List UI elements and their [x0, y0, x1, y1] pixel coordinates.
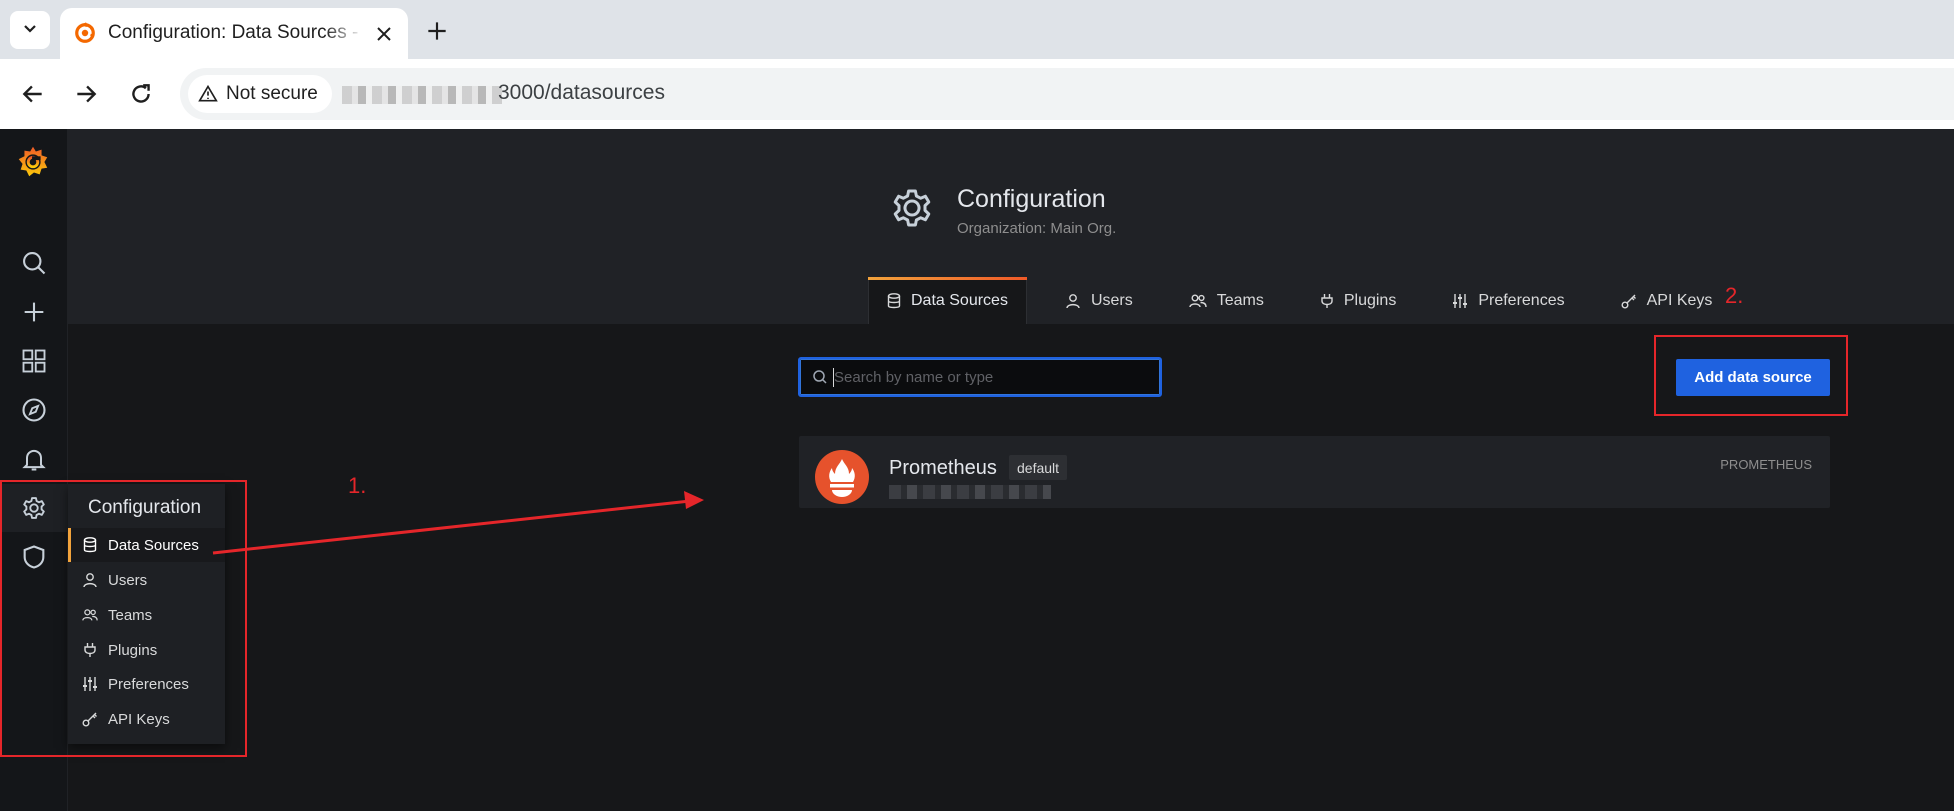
security-chip[interactable]: Not secure	[188, 75, 332, 113]
datasource-search[interactable]	[798, 357, 1162, 397]
chevron-down-icon	[24, 25, 36, 33]
browser-tab-active[interactable]: Configuration: Data Sources - Grafana	[60, 8, 408, 59]
browser-tab-title: Configuration: Data Sources - Grafana	[108, 22, 363, 43]
search-icon[interactable]	[20, 249, 48, 277]
url-text: 3000/datasources	[498, 81, 665, 104]
tab-users[interactable]: Users	[1047, 277, 1151, 324]
page-subtitle: Organization: Main Org.	[957, 220, 1117, 237]
gear-icon	[893, 189, 931, 227]
tab-preferences[interactable]: Preferences	[1434, 277, 1582, 324]
browser-tabstrip: Configuration: Data Sources - Grafana	[0, 0, 1954, 59]
close-icon[interactable]	[372, 22, 396, 46]
grafana-logo-icon[interactable]	[14, 143, 52, 181]
annotation-box-config-menu	[0, 480, 247, 757]
address-bar[interactable]: Not secure 3000/datasources	[180, 68, 1954, 120]
plug-icon	[1321, 293, 1333, 308]
sliders-icon	[1453, 293, 1468, 308]
text-caret	[833, 368, 834, 387]
new-tab-icon[interactable]	[424, 18, 450, 44]
tab-label: Users	[1090, 291, 1133, 309]
tab-teams[interactable]: Teams	[1171, 277, 1282, 324]
tab-api-keys[interactable]: API Keys	[1603, 277, 1731, 324]
user-icon	[1066, 293, 1080, 308]
annotation-box-add-button	[1654, 335, 1848, 416]
grafana-app: Configuration Organization: Main Org. Da…	[0, 129, 1954, 811]
annotation-step-2: 2.	[1725, 283, 1744, 308]
annotation-step-1: 1.	[348, 473, 367, 498]
tab-label: Preferences	[1478, 291, 1565, 309]
reload-icon[interactable]	[128, 81, 154, 107]
tab-data-sources[interactable]: Data Sources	[868, 277, 1027, 324]
key-icon	[1621, 294, 1636, 308]
forward-arrow-icon[interactable]	[73, 81, 99, 107]
datasource-card[interactable]: Prometheus default PROMETHEUS	[799, 436, 1830, 508]
search-icon	[813, 370, 827, 384]
browser-toolbar: Not secure 3000/datasources	[0, 59, 1954, 129]
explore-icon[interactable]	[20, 396, 48, 424]
tab-label: Plugins	[1343, 291, 1397, 309]
datasource-name: Prometheus	[889, 457, 997, 479]
plus-icon[interactable]	[20, 298, 48, 326]
alerting-bell-icon[interactable]	[20, 445, 48, 473]
tab-label: Teams	[1216, 291, 1264, 309]
datasource-type: PROMETHEUS	[1720, 457, 1812, 472]
page-header: Configuration Organization: Main Org. Da…	[68, 129, 1954, 324]
back-arrow-icon[interactable]	[20, 81, 46, 107]
url-redacted	[342, 86, 502, 104]
config-tabs: Data Sources Users Teams Plugins Prefere…	[868, 277, 1750, 324]
search-input[interactable]	[834, 365, 1144, 389]
tab-label: API Keys	[1646, 291, 1713, 309]
warning-icon	[198, 84, 218, 102]
grafana-favicon-icon	[75, 22, 95, 43]
prometheus-logo-icon	[815, 450, 869, 504]
tab-search-button[interactable]	[10, 11, 50, 49]
datasource-url-redacted	[889, 485, 1051, 499]
page-title: Configuration	[957, 185, 1106, 213]
tab-label: Data Sources	[911, 291, 1008, 309]
default-badge: default	[1009, 455, 1068, 480]
security-label: Not secure	[226, 83, 318, 104]
dashboards-icon[interactable]	[20, 347, 48, 375]
database-icon	[887, 292, 901, 308]
tab-plugins[interactable]: Plugins	[1302, 277, 1414, 324]
users-icon	[1189, 294, 1207, 307]
